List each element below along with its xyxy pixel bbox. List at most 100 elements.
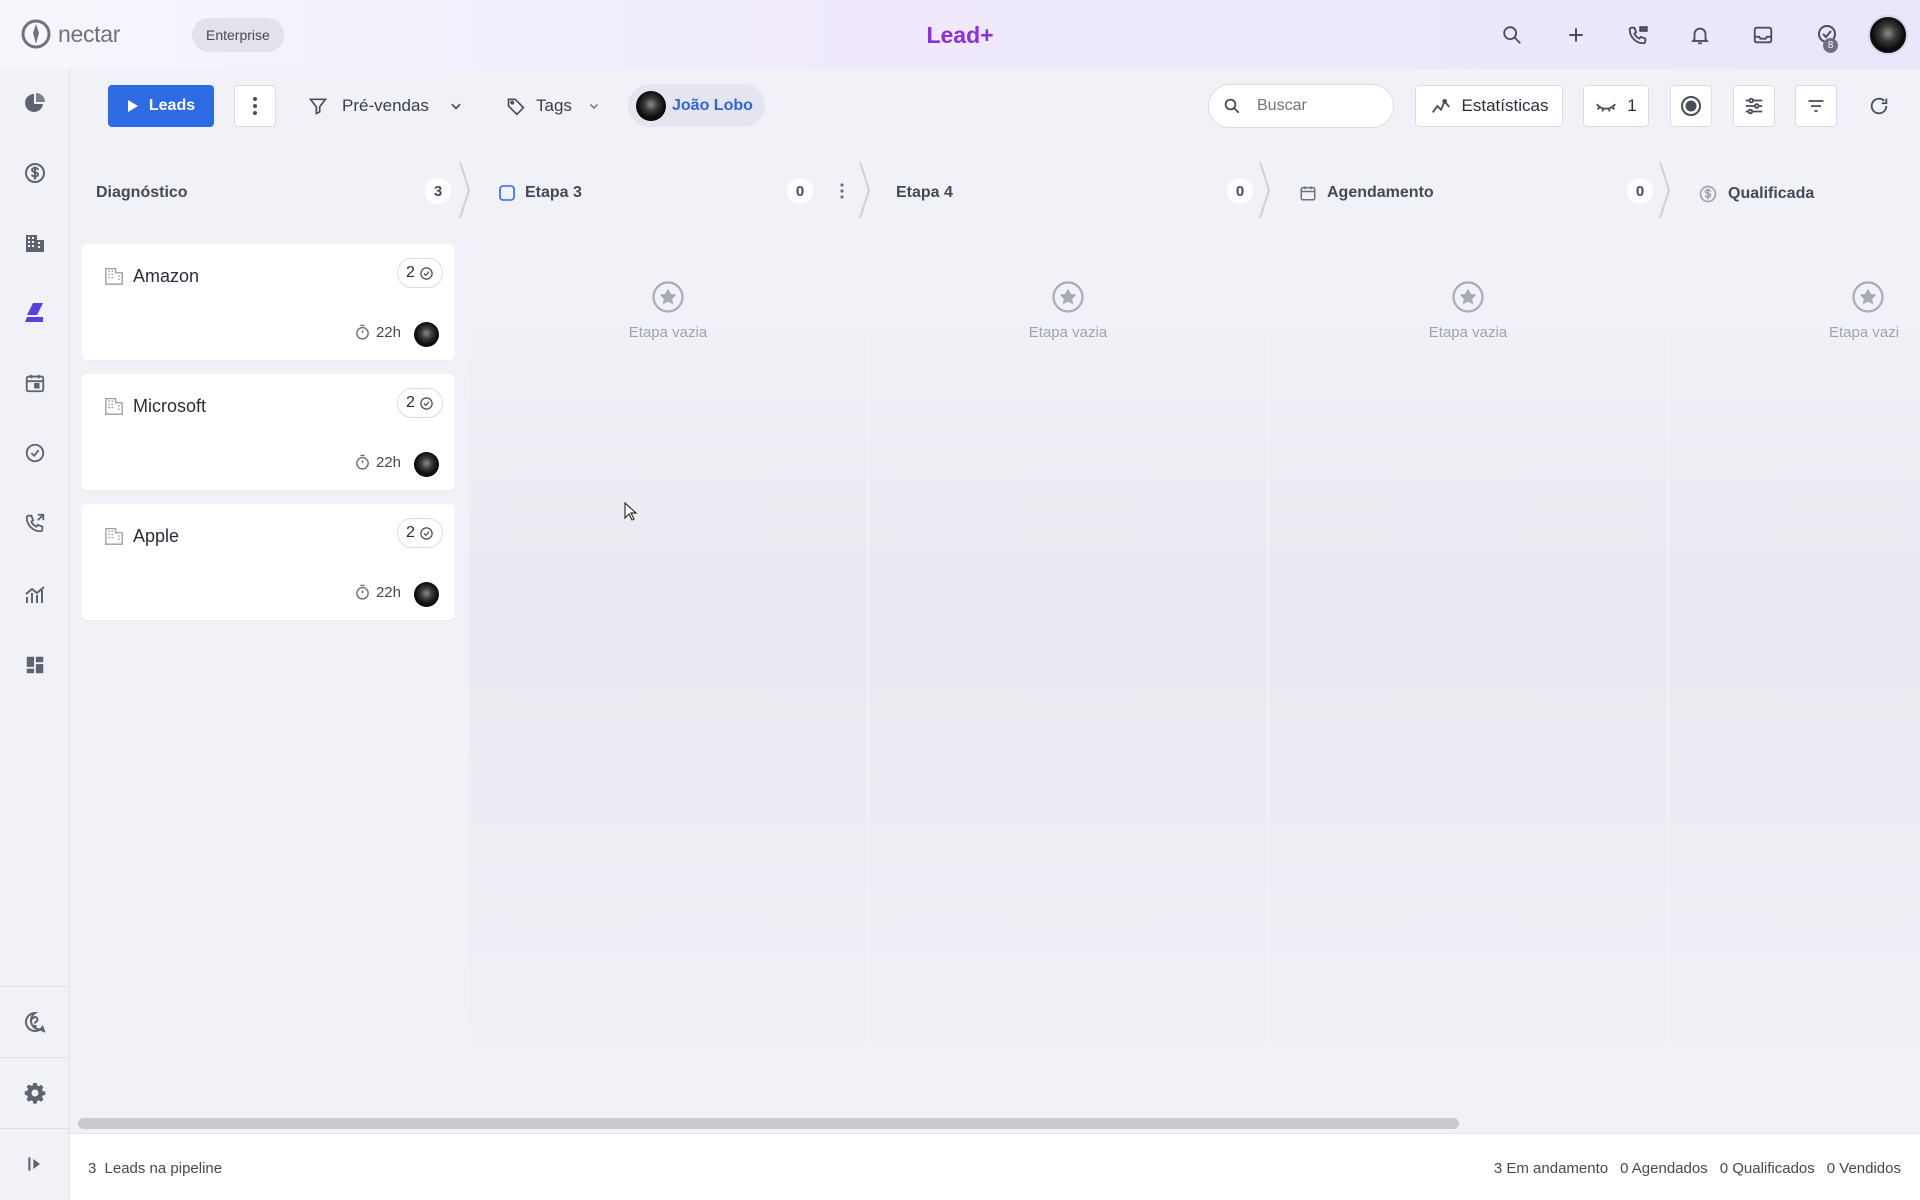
tasks-icon[interactable]: 8 bbox=[1805, 14, 1847, 56]
sidebar-divider bbox=[0, 1128, 69, 1129]
tags-filter-dropdown[interactable]: Tags bbox=[506, 85, 600, 127]
stage-menu-kebab-icon[interactable] bbox=[839, 182, 845, 200]
stage-name: Etapa 3 bbox=[499, 184, 582, 202]
stage-count: 0 bbox=[1227, 178, 1253, 204]
expand-sidebar-icon[interactable] bbox=[15, 1144, 55, 1184]
stage-etapa-4[interactable]: Etapa 4 0 bbox=[870, 160, 1271, 220]
owner-avatar[interactable] bbox=[414, 452, 439, 477]
empty-stage-placeholder: Etapa vazia bbox=[1368, 280, 1568, 341]
check-circle-icon bbox=[420, 266, 433, 280]
task-count-badge[interactable]: 2 bbox=[397, 258, 443, 288]
empty-stage-label: Etapa vazi bbox=[1829, 324, 1900, 341]
search-input[interactable] bbox=[1257, 97, 1377, 115]
stage-name-label: Qualificada bbox=[1728, 185, 1815, 202]
phone-dialpad-icon[interactable] bbox=[1617, 14, 1659, 56]
search-box[interactable] bbox=[1208, 84, 1394, 128]
calendar-icon[interactable] bbox=[15, 363, 55, 403]
view-toggle-button[interactable] bbox=[1670, 85, 1712, 127]
elapsed-time: 22h bbox=[354, 584, 401, 601]
deals-icon[interactable] bbox=[15, 153, 55, 193]
stage-qualificada[interactable]: Qualificada bbox=[1670, 160, 1920, 220]
sidebar bbox=[0, 69, 70, 1200]
tasks-icon[interactable] bbox=[15, 433, 55, 473]
stage-etapa-3[interactable]: Etapa 3 0 bbox=[470, 160, 871, 220]
pipeline-stages: Diagnóstico 3 Etapa 3 0 Etapa 4 0 Agenda… bbox=[70, 160, 1920, 220]
elapsed-time-label: 22h bbox=[375, 584, 401, 601]
statistics-button[interactable]: Estatísticas bbox=[1415, 85, 1563, 127]
help-icon[interactable] bbox=[15, 1002, 55, 1042]
star-circle-icon bbox=[1052, 281, 1084, 313]
column-body bbox=[469, 305, 867, 1045]
dollar-icon bbox=[1699, 185, 1717, 203]
empty-stage-label: Etapa vazia bbox=[628, 324, 708, 341]
plus-icon[interactable] bbox=[1555, 14, 1597, 56]
stage-name-label: Etapa 4 bbox=[896, 184, 953, 201]
user-chip-avatar bbox=[636, 90, 666, 121]
leads-button[interactable]: Leads bbox=[108, 85, 214, 127]
lead-card-apple[interactable]: Apple 2 22h bbox=[81, 504, 455, 620]
settings-sliders-button[interactable] bbox=[1733, 85, 1775, 127]
sort-button[interactable] bbox=[1795, 85, 1837, 127]
refresh-button[interactable] bbox=[1858, 85, 1900, 127]
play-icon bbox=[127, 100, 138, 112]
horizontal-scrollbar[interactable] bbox=[78, 1118, 1459, 1129]
apps-icon[interactable] bbox=[15, 645, 55, 685]
hidden-items-count: 1 bbox=[1627, 96, 1637, 115]
tasks-count-badge: 8 bbox=[1823, 38, 1838, 53]
stage-diagnostico[interactable]: Diagnóstico 3 bbox=[70, 160, 471, 220]
check-circle-icon bbox=[420, 526, 433, 540]
empty-stage-placeholder: Etapa vazia bbox=[568, 280, 768, 341]
leads-summary: 3 Leads na pipeline bbox=[88, 1160, 222, 1177]
stage-name: Etapa 4 bbox=[896, 184, 953, 202]
bell-icon[interactable] bbox=[1679, 14, 1721, 56]
dashboard-icon[interactable] bbox=[15, 83, 55, 123]
tags-filter-label: Tags bbox=[536, 96, 572, 115]
column-body bbox=[869, 305, 1267, 1045]
empty-stage-label: Etapa vazia bbox=[1428, 324, 1508, 341]
search-icon[interactable] bbox=[1491, 14, 1533, 56]
star-circle-icon bbox=[1452, 281, 1484, 313]
filter-icon bbox=[308, 98, 328, 115]
statistics-icon bbox=[1431, 99, 1450, 113]
elapsed-time-label: 22h bbox=[375, 454, 401, 471]
check-circle-icon bbox=[420, 396, 433, 410]
timer-icon bbox=[356, 584, 369, 600]
lead-name: Amazon bbox=[133, 266, 200, 286]
calls-icon[interactable] bbox=[15, 503, 55, 543]
scheduled-total: 0 Agendados bbox=[1620, 1160, 1708, 1177]
sold-total: 0 Vendidos bbox=[1826, 1160, 1901, 1177]
calendar-icon bbox=[1300, 186, 1316, 201]
user-filter-chip[interactable]: João Lobo bbox=[628, 84, 765, 127]
task-count-badge[interactable]: 2 bbox=[397, 388, 443, 418]
lead-card-amazon[interactable]: Amazon 2 22h bbox=[81, 244, 455, 360]
user-avatar[interactable] bbox=[1868, 15, 1908, 55]
hidden-items-button[interactable]: 1 bbox=[1583, 85, 1649, 127]
leads-count: 3 bbox=[88, 1160, 97, 1177]
mouse-cursor-icon bbox=[624, 502, 638, 521]
qualified-total: 0 Qualificados bbox=[1719, 1160, 1815, 1177]
company-icon bbox=[105, 267, 123, 285]
pipeline-filter-dropdown[interactable]: Pré-vendas bbox=[308, 85, 463, 127]
donut-icon bbox=[1681, 96, 1701, 116]
settings-icon[interactable] bbox=[15, 1073, 55, 1113]
checkbox-icon[interactable] bbox=[499, 185, 515, 201]
in-progress-total: 3 Em andamento bbox=[1493, 1160, 1609, 1177]
star-circle-icon bbox=[652, 281, 684, 313]
lead-card-microsoft[interactable]: Microsoft 2 22h bbox=[81, 374, 455, 490]
stage-name: Diagnóstico bbox=[96, 184, 188, 202]
top-bar: nectar Enterprise Lead+ 8 bbox=[0, 0, 1920, 69]
more-options-button[interactable] bbox=[234, 85, 276, 127]
lead-name: Microsoft bbox=[133, 396, 207, 416]
stage-name-label: Agendamento bbox=[1327, 184, 1434, 201]
owner-avatar[interactable] bbox=[414, 322, 439, 347]
pipeline-filter-label: Pré-vendas bbox=[342, 96, 429, 115]
inbox-icon[interactable] bbox=[1742, 14, 1784, 56]
leads-icon[interactable] bbox=[15, 293, 55, 333]
task-count-badge[interactable]: 2 bbox=[397, 518, 443, 548]
companies-icon[interactable] bbox=[15, 223, 55, 263]
stage-name-label: Etapa 3 bbox=[525, 184, 582, 201]
owner-avatar[interactable] bbox=[414, 582, 439, 607]
reports-icon[interactable] bbox=[15, 575, 55, 615]
stage-agendamento[interactable]: Agendamento 0 bbox=[1270, 160, 1671, 220]
tag-icon bbox=[507, 98, 525, 116]
